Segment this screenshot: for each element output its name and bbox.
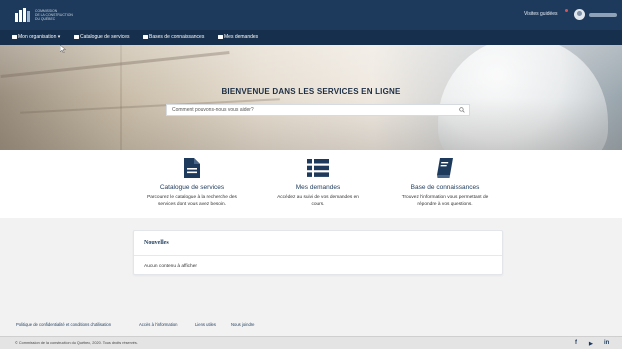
list-icon — [307, 159, 329, 177]
main-nav: Mon organisation ▾ Catalogue de services… — [0, 30, 622, 45]
chevron-down-icon: ▾ — [56, 34, 61, 40]
service-card-demandes[interactable]: Mes demandes Accédez au suivi de vos dem… — [253, 158, 383, 208]
footer-link-acces[interactable]: Accès à l'information — [139, 322, 178, 327]
logo-mark-icon — [15, 8, 30, 22]
nav-mes-demandes[interactable]: Mes demandes — [218, 34, 258, 40]
logo-line-3: DU QUÉBEC — [35, 17, 56, 21]
service-title-connaissances: Base de connaissances — [410, 184, 480, 191]
building-icon — [12, 34, 17, 39]
service-title-demandes: Mes demandes — [295, 184, 341, 191]
service-desc-line: services dont vous avez besoin. — [158, 201, 226, 207]
footer-link-liens[interactable]: Liens utiles — [195, 322, 216, 327]
list-icon — [218, 34, 223, 39]
service-card-connaissances[interactable]: Base de connaissances Trouvez l'informat… — [380, 158, 510, 208]
nav-mon-organisation[interactable]: Mon organisation ▾ — [12, 34, 60, 40]
facebook-icon[interactable]: f — [575, 340, 577, 346]
copyright-text: © Commission de la construction du Québe… — [15, 341, 138, 345]
book-icon — [437, 158, 453, 178]
service-desc-demandes: Accédez au suivi de vos demandes en cour… — [253, 195, 383, 208]
nav-bases-label: Bases de connaissances — [149, 34, 205, 40]
ccq-logo[interactable]: COMMISSION DE LA CONSTRUCTION DU QUÉBEC — [15, 6, 73, 24]
news-title: Nouvelles — [144, 240, 169, 246]
service-desc-line: cours. — [311, 201, 325, 207]
nav-catalogue-label: Catalogue de services — [80, 34, 130, 40]
linkedin-icon[interactable]: in — [604, 340, 609, 346]
top-bar: COMMISSION DE LA CONSTRUCTION DU QUÉBEC … — [0, 0, 622, 30]
knowledge-icon — [143, 34, 148, 39]
footer-link-politique[interactable]: Politique de confidentialité et conditio… — [16, 322, 111, 327]
service-desc-connaissances: Trouvez l'information vous permettant de… — [380, 195, 510, 208]
nav-mon-organisation-label: Mon organisation — [18, 34, 57, 40]
hero-overlay — [0, 45, 622, 150]
document-icon — [74, 34, 79, 39]
visites-guidees-link[interactable]: Visites guidées — [524, 11, 558, 17]
services-section: Catalogue de services Parcourez le catal… — [0, 150, 622, 218]
service-card-catalogue[interactable]: Catalogue de services Parcourez le catal… — [127, 158, 257, 208]
mouse-cursor-icon — [60, 45, 66, 53]
service-desc-line: répondre à vos questions. — [417, 201, 473, 207]
footer-links: Politique de confidentialité et conditio… — [0, 315, 622, 333]
news-empty-text: Aucun contenu à afficher — [144, 264, 197, 269]
hero-banner: BIENVENUE DANS LES SERVICES EN LIGNE — [0, 45, 622, 150]
service-title-catalogue: Catalogue de services — [159, 184, 225, 191]
nav-demandes-label: Mes demandes — [224, 34, 259, 40]
news-panel: Nouvelles Aucun contenu à afficher — [133, 230, 503, 275]
footer-link-joindre[interactable]: Nous joindre — [231, 322, 255, 327]
search-icon[interactable] — [459, 107, 465, 113]
search-input[interactable] — [167, 105, 457, 115]
news-divider — [134, 255, 502, 256]
notification-dot — [565, 9, 568, 12]
nav-catalogue-services[interactable]: Catalogue de services — [74, 34, 129, 40]
user-avatar[interactable] — [574, 9, 585, 20]
document-icon — [184, 158, 200, 178]
youtube-icon[interactable]: ▶ — [589, 341, 593, 347]
service-desc-catalogue: Parcourez le catalogue à la recherche de… — [127, 195, 257, 208]
nav-bases-connaissances[interactable]: Bases de connaissances — [143, 34, 204, 40]
hero-title: BIENVENUE DANS LES SERVICES EN LIGNE — [221, 87, 401, 96]
user-name-blurred[interactable] — [589, 13, 617, 17]
footer-bottom: © Commission de la construction du Québe… — [0, 336, 622, 349]
search-box[interactable] — [166, 104, 470, 116]
